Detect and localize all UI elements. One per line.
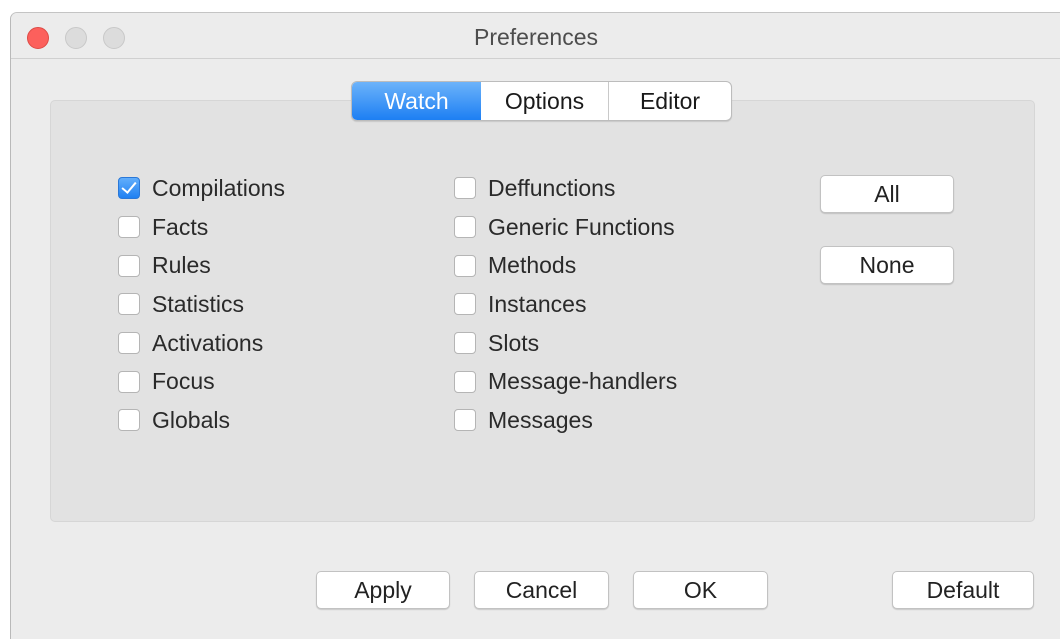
window-title: Preferences [473, 24, 598, 50]
apply-button[interactable]: Apply [316, 571, 450, 609]
checkbox-label: Instances [488, 290, 587, 317]
checkbox-label: Compilations [152, 174, 285, 201]
checkbox-label: Message-handlers [488, 368, 678, 395]
messages-checkbox[interactable] [454, 409, 476, 432]
watch-item-compilations[interactable]: Compilations [118, 169, 285, 208]
checkbox-label: Methods [488, 252, 577, 279]
methods-checkbox[interactable] [454, 254, 476, 277]
watch-item-facts[interactable]: Facts [118, 208, 285, 247]
message-handlers-checkbox[interactable] [454, 370, 476, 393]
select-none-button[interactable]: None [820, 246, 954, 284]
checkbox-label: Focus [152, 368, 215, 395]
generic-functions-checkbox[interactable] [454, 216, 476, 239]
watch-item-activations[interactable]: Activations [118, 324, 285, 363]
watch-item-rules[interactable]: Rules [118, 246, 285, 285]
watch-item-focus[interactable]: Focus [118, 362, 285, 401]
checkbox-label: Generic Functions [488, 213, 675, 240]
checkbox-label: Globals [152, 406, 230, 433]
slots-checkbox[interactable] [454, 332, 476, 355]
tab-watch[interactable]: Watch [352, 82, 481, 120]
watch-item-globals[interactable]: Globals [118, 401, 285, 440]
checkbox-label: Rules [152, 252, 211, 279]
watch-item-instances[interactable]: Instances [454, 285, 677, 324]
tab-editor[interactable]: Editor [609, 82, 731, 120]
rules-checkbox[interactable] [118, 254, 140, 277]
checkbox-label: Activations [152, 329, 264, 356]
instances-checkbox[interactable] [454, 293, 476, 316]
preferences-window: Preferences Watch Options Editor Compila… [10, 12, 1060, 639]
title-bar: Preferences [11, 13, 1060, 59]
watch-item-generic-functions[interactable]: Generic Functions [454, 208, 677, 247]
compilations-checkbox[interactable] [118, 177, 140, 200]
watch-item-methods[interactable]: Methods [454, 246, 677, 285]
tab-bar: Watch Options Editor [351, 81, 732, 121]
watch-item-slots[interactable]: Slots [454, 324, 677, 363]
activations-checkbox[interactable] [118, 332, 140, 355]
checkbox-label: Deffunctions [488, 174, 616, 201]
select-all-button[interactable]: All [820, 175, 954, 213]
focus-checkbox[interactable] [118, 370, 140, 393]
tab-options[interactable]: Options [481, 82, 609, 120]
checkbox-label: Statistics [152, 290, 245, 317]
deffunctions-checkbox[interactable] [454, 177, 476, 200]
statistics-checkbox[interactable] [118, 293, 140, 316]
watch-item-deffunctions[interactable]: Deffunctions [454, 169, 677, 208]
watch-item-messages[interactable]: Messages [454, 401, 677, 440]
watch-item-message-handlers[interactable]: Message-handlers [454, 362, 677, 401]
checkbox-label: Slots [488, 329, 540, 356]
globals-checkbox[interactable] [118, 409, 140, 432]
cancel-button[interactable]: Cancel [474, 571, 609, 609]
watch-list-left: Compilations Facts Rules Statistics Acti… [118, 169, 285, 440]
watch-item-statistics[interactable]: Statistics [118, 285, 285, 324]
default-button[interactable]: Default [892, 571, 1034, 609]
checkbox-label: Messages [488, 406, 593, 433]
watch-list-right: Deffunctions Generic Functions Methods I… [454, 169, 677, 440]
facts-checkbox[interactable] [118, 216, 140, 239]
checkbox-label: Facts [152, 213, 209, 240]
ok-button[interactable]: OK [633, 571, 768, 609]
